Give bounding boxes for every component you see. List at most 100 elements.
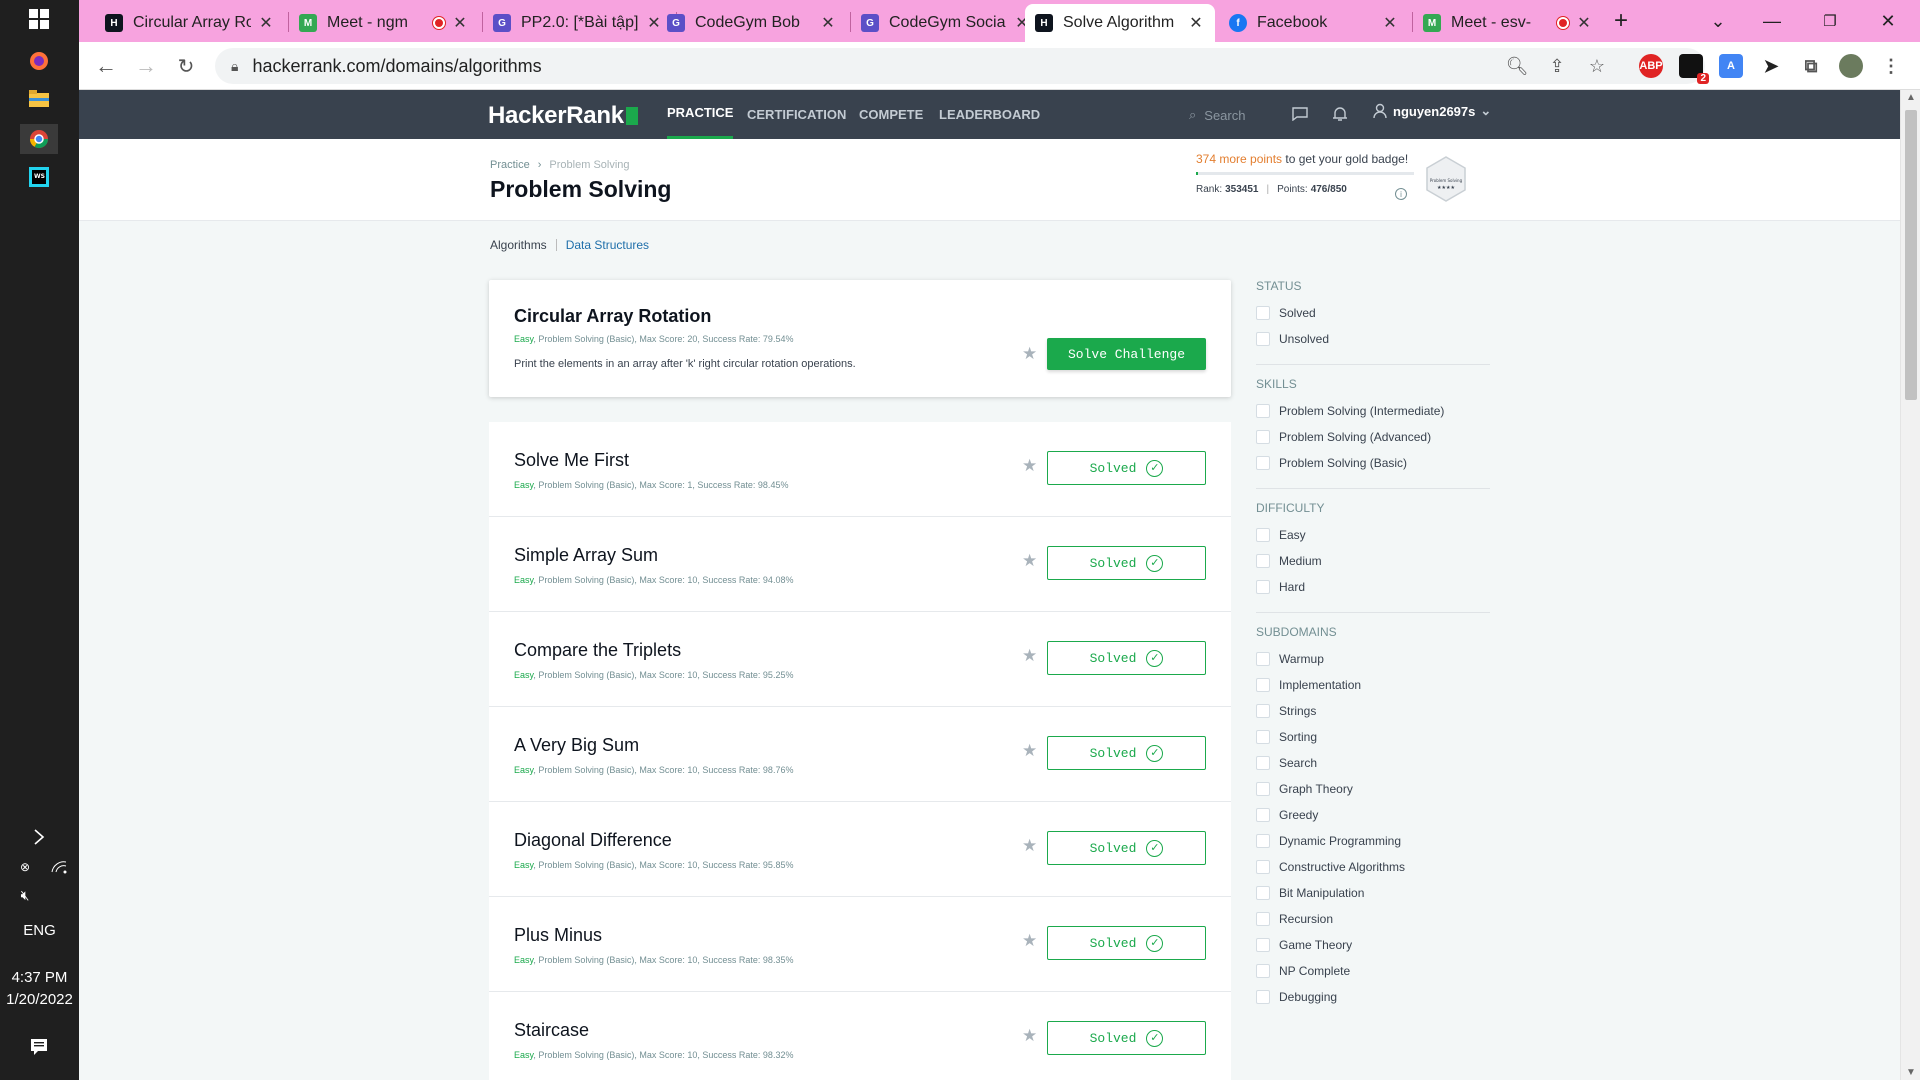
bookmark-star-icon[interactable]: ★ [1022,741,1037,761]
checkbox[interactable] [1256,834,1270,848]
browser-tab[interactable]: G CodeGym Bob ✕ [657,4,847,42]
checkbox[interactable] [1256,580,1270,594]
bookmark-star-icon[interactable]: ★ [1022,836,1037,856]
minimize-icon[interactable]: — [1743,0,1801,42]
challenge-row[interactable]: Plus Minus Easy, Problem Solving (Basic),… [489,897,1231,992]
solved-button[interactable]: Solved ✓ [1047,641,1206,675]
bookmark-star-icon[interactable]: ★ [1022,931,1037,951]
lock-icon[interactable]: 🔒︎ [231,58,238,75]
breadcrumb-practice[interactable]: Practice [490,159,530,171]
firefox-icon[interactable] [20,46,58,76]
tab-data-structures[interactable]: Data Structures [566,238,649,252]
close-tab-icon[interactable]: ✕ [451,13,469,33]
search-input[interactable]: ⌕ Search [1189,104,1245,126]
close-tab-icon[interactable]: ✕ [1187,13,1205,33]
filter-option[interactable]: Solved [1256,300,1490,326]
nav-compete[interactable]: COMPETE [859,90,923,139]
scroll-down-arrow-icon[interactable]: ▼ [1901,1067,1920,1078]
browser-tab[interactable]: G PP2.0: [*Bài tập] ✕ [483,4,673,42]
browser-tab[interactable]: H Circular Array Ro ✕ [95,4,285,42]
checkbox[interactable] [1256,332,1270,346]
adblock-extension-icon[interactable]: ABP [1639,54,1663,78]
filter-option[interactable]: Implementation [1256,672,1490,698]
challenge-row[interactable]: Diagonal Difference Easy, Problem Solving… [489,802,1231,897]
webstorm-icon[interactable]: WS [20,162,58,192]
filter-option[interactable]: Unsolved [1256,326,1490,352]
nav-certification[interactable]: CERTIFICATION [747,90,846,139]
solve-challenge-button[interactable]: Solve Challenge [1047,338,1206,370]
checkbox[interactable] [1256,456,1270,470]
share-icon[interactable]: ⇪ [1539,48,1575,84]
chrome-icon[interactable] [20,124,58,154]
filter-option[interactable]: Strings [1256,698,1490,724]
browser-tab[interactable]: M Meet - esv- ✕ [1413,4,1603,42]
solved-button[interactable]: Solved ✓ [1047,1021,1206,1055]
close-tab-icon[interactable]: ✕ [819,13,837,33]
zoom-icon[interactable]: 🔍︎ [1499,48,1535,84]
solved-button[interactable]: Solved ✓ [1047,926,1206,960]
filter-option[interactable]: Hard [1256,574,1490,600]
bookmark-star-icon[interactable]: ☆ [1579,48,1615,84]
bookmark-star-icon[interactable]: ★ [1022,344,1037,364]
chevron-right-icon[interactable] [20,822,58,852]
filter-option[interactable]: Graph Theory [1256,776,1490,802]
chrome-menu-icon[interactable]: ⋮ [1879,54,1903,78]
challenge-row[interactable]: Solve Me First Easy, Problem Solving (Bas… [489,422,1231,517]
checkbox[interactable] [1256,808,1270,822]
bookmark-star-icon[interactable]: ★ [1022,456,1037,476]
address-bar[interactable]: 🔒︎ hackerrank.com/domains/algorithms [215,48,1705,84]
checkbox[interactable] [1256,704,1270,718]
browser-tab[interactable]: f Facebook ✕ [1219,4,1409,42]
new-tab-plus-icon[interactable]: + [1601,0,1641,42]
wifi-icon[interactable] [44,852,74,882]
filter-option[interactable]: Medium [1256,548,1490,574]
reload-icon[interactable]: ↻ [171,52,201,80]
close-window-icon[interactable]: ✕ [1859,0,1917,42]
solved-button[interactable]: Solved ✓ [1047,546,1206,580]
clock-date[interactable]: 1/20/2022 [0,991,79,1008]
problem-solving-badge-icon[interactable]: Problem Solving ★★★★ [1424,155,1468,203]
challenge-row[interactable]: A Very Big Sum Easy, Problem Solving (Bas… [489,707,1231,802]
challenge-name[interactable]: Plus Minus [514,925,602,946]
solved-button[interactable]: Solved ✓ [1047,451,1206,485]
cursor-extension-icon[interactable]: ➤ [1759,54,1783,78]
browser-tab[interactable]: G CodeGym Socia ✕ [851,4,1041,42]
challenge-name[interactable]: Staircase [514,1020,589,1041]
filter-option[interactable]: Sorting [1256,724,1490,750]
back-arrow-icon[interactable]: ← [91,52,121,80]
solved-button[interactable]: Solved ✓ [1047,736,1206,770]
network-off-icon[interactable]: ⊗ [10,852,40,882]
file-explorer-icon[interactable] [20,84,58,114]
checkbox[interactable] [1256,404,1270,418]
checkbox[interactable] [1256,756,1270,770]
close-tab-icon[interactable]: ✕ [257,13,275,33]
filter-option[interactable]: Greedy [1256,802,1490,828]
close-tab-icon[interactable]: ✕ [1381,13,1399,33]
browser-tab[interactable]: M Meet - ngm ✕ [289,4,479,42]
extension-icon[interactable]: 2 [1679,54,1709,84]
messages-icon[interactable] [1288,102,1312,126]
page-scrollbar[interactable]: ▲ ▼ [1900,90,1920,1080]
scroll-up-arrow-icon[interactable]: ▲ [1901,92,1920,103]
filter-option[interactable]: Dynamic Programming [1256,828,1490,854]
hackerrank-logo[interactable]: HackerRank [488,102,638,130]
translate-extension-icon[interactable]: A [1719,54,1743,78]
filter-option[interactable]: Constructive Algorithms [1256,854,1490,880]
challenge-name[interactable]: Simple Array Sum [514,545,658,566]
filter-option[interactable]: Game Theory [1256,932,1490,958]
challenge-row[interactable]: Compare the Triplets Easy, Problem Solvin… [489,612,1231,707]
checkbox[interactable] [1256,912,1270,926]
tab-search-chevron-icon[interactable]: ⌄ [1689,0,1747,42]
solved-button[interactable]: Solved ✓ [1047,831,1206,865]
challenge-row[interactable]: Staircase Easy, Problem Solving (Basic), … [489,992,1231,1080]
bookmark-star-icon[interactable]: ★ [1022,551,1037,571]
nav-practice[interactable]: PRACTICE [667,90,734,139]
checkbox[interactable] [1256,860,1270,874]
filter-option[interactable]: Easy [1256,522,1490,548]
windows-start-icon[interactable] [20,4,58,34]
browser-tab-active[interactable]: H Solve Algorithm ✕ [1025,4,1215,42]
bookmark-star-icon[interactable]: ★ [1022,646,1037,666]
forward-arrow-icon[interactable]: → [131,52,161,80]
info-icon[interactable]: i [1395,188,1407,200]
challenge-name[interactable]: Compare the Triplets [514,640,681,661]
